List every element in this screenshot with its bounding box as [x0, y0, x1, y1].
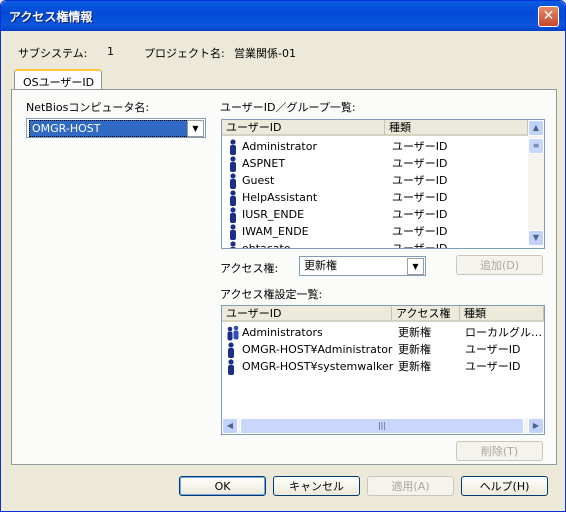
- col-type[interactable]: 種類: [460, 306, 544, 322]
- access-label: アクセス権:: [220, 262, 279, 275]
- list-item[interactable]: ohtacato ユーザーID: [222, 240, 528, 249]
- user-name: Administrator: [242, 140, 317, 153]
- access-value: 更新権: [304, 259, 337, 272]
- netbios-value: OMGR-HOST: [29, 120, 189, 137]
- user-name: IUSR_ENDE: [242, 208, 305, 221]
- col-user-id[interactable]: ユーザーID: [222, 306, 392, 322]
- user-name: ohtacato: [242, 242, 291, 249]
- scroll-down-icon[interactable]: ▼: [528, 230, 544, 246]
- user-icon: [228, 241, 238, 248]
- user-name: ASPNET: [242, 157, 286, 170]
- ok-button[interactable]: OK: [179, 476, 266, 496]
- user-icon: [226, 359, 240, 375]
- subsystem-value: 1: [107, 45, 114, 58]
- user-list-scrollbar[interactable]: ▲ ≡ ▼: [528, 120, 544, 246]
- user-type: ユーザーID: [392, 140, 448, 153]
- user-type: ユーザーID: [392, 208, 448, 221]
- list-item[interactable]: Administrators 更新権 ローカルグル…: [222, 324, 544, 341]
- user-icon: [228, 207, 238, 223]
- tab-label: OSユーザーID: [23, 76, 95, 89]
- access-right: 更新権: [398, 326, 431, 339]
- list-item[interactable]: Guest ユーザーID: [222, 172, 528, 189]
- access-list[interactable]: ユーザーID アクセス権 種類 Administrators 更新権 ローカルグル……: [221, 305, 545, 435]
- close-button[interactable]: ✕: [538, 6, 559, 27]
- col-user-id[interactable]: ユーザーID: [222, 120, 385, 136]
- help-button[interactable]: ヘルプ(H): [461, 476, 548, 496]
- cancel-button[interactable]: キャンセル: [273, 476, 360, 496]
- list-item[interactable]: OMGR-HOST¥systemwalker 更新権 ユーザーID: [222, 358, 544, 375]
- user-icon: [228, 139, 238, 155]
- tab-panel: NetBiosコンピュータ名: OMGR-HOST ▼ ユーザーID／グループ一…: [11, 89, 557, 465]
- scroll-right-icon[interactable]: ▶: [528, 418, 544, 434]
- user-icon: [228, 156, 238, 172]
- access-user-name: OMGR-HOST¥Administrator: [242, 343, 393, 356]
- access-user-name: OMGR-HOST¥systemwalker: [242, 360, 394, 373]
- user-type: ユーザーID: [392, 225, 448, 238]
- user-icon: [226, 342, 240, 358]
- user-list[interactable]: ユーザーID 種類 Administrator ユーザーID ASPNET ユーザーI…: [221, 119, 545, 249]
- user-name: HelpAssistant: [242, 191, 318, 204]
- col-access[interactable]: アクセス権: [392, 306, 460, 322]
- user-name: Guest: [242, 174, 275, 187]
- chevron-down-icon[interactable]: ▼: [407, 258, 424, 275]
- project-value: 営業関係-01: [234, 47, 296, 60]
- access-right: 更新権: [398, 360, 431, 373]
- project-label: プロジェクト名:: [144, 47, 225, 60]
- netbios-label: NetBiosコンピュータ名:: [26, 101, 150, 114]
- user-type: ユーザーID: [392, 174, 448, 187]
- window-title: アクセス権情報: [9, 10, 93, 24]
- user-icon: [228, 173, 238, 189]
- access-list-hscrollbar[interactable]: ◀ ||| ▶: [222, 418, 544, 434]
- delete-button[interactable]: 削除(T): [456, 441, 543, 461]
- access-user-name: Administrators: [242, 326, 323, 339]
- user-icon: [228, 224, 238, 240]
- group-icon: [226, 325, 240, 341]
- access-type: ユーザーID: [465, 343, 521, 356]
- list-item[interactable]: OMGR-HOST¥Administrator 更新権 ユーザーID: [222, 341, 544, 358]
- list-item[interactable]: HelpAssistant ユーザーID: [222, 189, 528, 206]
- netbios-select[interactable]: OMGR-HOST ▼: [26, 118, 206, 138]
- list-item[interactable]: IWAM_ENDE ユーザーID: [222, 223, 528, 240]
- user-list-label: ユーザーID／グループ一覧:: [220, 101, 356, 114]
- list-item[interactable]: Administrator ユーザーID: [222, 138, 528, 155]
- subsystem-label: サブシステム:: [18, 47, 88, 60]
- user-icon: [228, 190, 238, 206]
- scroll-left-icon[interactable]: ◀: [222, 418, 238, 434]
- user-type: ユーザーID: [392, 191, 448, 204]
- access-rights-dialog: アクセス権情報 ✕ サブシステム: 1 プロジェクト名: 営業関係-01 OSユ…: [0, 0, 566, 512]
- access-list-label: アクセス権設定一覧:: [220, 288, 323, 301]
- user-type: ユーザーID: [392, 242, 448, 249]
- col-type[interactable]: 種類: [385, 120, 528, 136]
- user-type: ユーザーID: [392, 157, 448, 170]
- apply-button[interactable]: 適用(A): [367, 476, 454, 496]
- add-button[interactable]: 追加(D): [456, 255, 543, 275]
- tab-os-user-id[interactable]: OSユーザーID: [14, 69, 102, 91]
- chevron-down-icon[interactable]: ▼: [187, 120, 204, 137]
- access-type: ローカルグル…: [465, 326, 542, 339]
- user-name: IWAM_ENDE: [242, 225, 309, 238]
- scroll-up-icon[interactable]: ▲: [528, 120, 544, 136]
- access-right: 更新権: [398, 343, 431, 356]
- access-select[interactable]: 更新権 ▼: [299, 256, 426, 276]
- access-type: ユーザーID: [465, 360, 521, 373]
- title-bar[interactable]: アクセス権情報 ✕: [1, 1, 565, 31]
- list-item[interactable]: IUSR_ENDE ユーザーID: [222, 206, 528, 223]
- scroll-thumb[interactable]: ≡: [528, 138, 544, 154]
- list-item[interactable]: ASPNET ユーザーID: [222, 155, 528, 172]
- scroll-thumb[interactable]: |||: [240, 418, 524, 434]
